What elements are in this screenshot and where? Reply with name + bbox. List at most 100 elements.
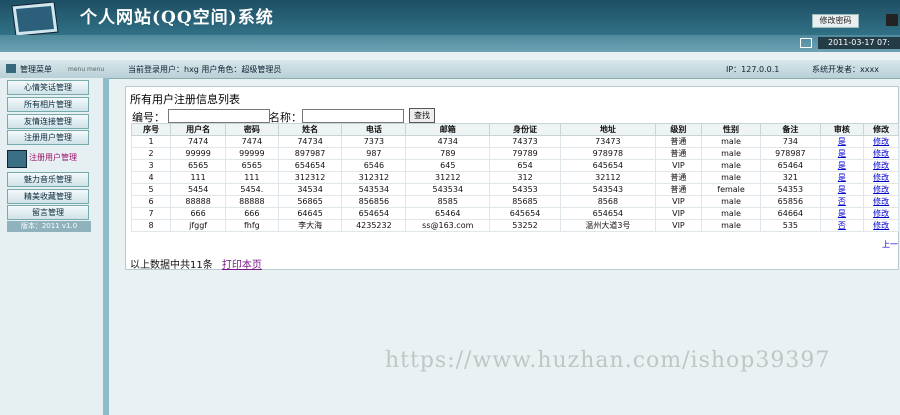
table-cell: 65464 (405, 207, 491, 220)
table-cell: 65856 (760, 195, 821, 208)
table-cell: 734 (760, 135, 821, 148)
exit-icon[interactable] (886, 14, 898, 26)
column-header: 用户名 (170, 123, 227, 136)
edit-link[interactable]: 修改 (863, 183, 899, 196)
table-cell: 5454 (170, 183, 227, 196)
table-cell: 85685 (489, 195, 561, 208)
sidebar: 心情笑话管理 所有相片管理 友情连接管理 注册用户管理 注册用户管理 魅力音乐管… (0, 78, 109, 415)
audit-link[interactable]: 是 (819, 159, 865, 172)
record-count-footer: 以上数据中共11条 打印本页 (130, 256, 262, 271)
table-cell: 321 (760, 171, 821, 184)
table-cell: 99999 (170, 147, 227, 160)
users-table: 序号 用户名 密码 姓名 电话 邮箱 身份证 地址 级别 性别 备注 审核 修改 1 7474 7474 74… (130, 123, 899, 232)
edit-link[interactable]: 修改 (863, 195, 899, 208)
table-cell: VIP (654, 195, 702, 208)
edit-link[interactable]: 修改 (863, 147, 899, 160)
audit-link[interactable]: 是 (819, 171, 865, 184)
table-row: 7 666 666 64645 654654 65464 645654 654654 VIP ma… (130, 207, 899, 220)
sidebar-item-users[interactable]: 注册用户管理 (7, 130, 89, 145)
user-manage-icon (7, 150, 27, 168)
ip-info: IP：127.0.0.1 (726, 65, 780, 74)
sidebar-item-links[interactable]: 友情连接管理 (7, 114, 89, 129)
edit-link[interactable]: 修改 (863, 207, 899, 220)
table-cell: male (700, 219, 762, 232)
sidebar-item-messages[interactable]: 留言管理 (7, 205, 89, 220)
audit-link[interactable]: 是 (819, 183, 865, 196)
audit-link[interactable]: 是 (819, 147, 865, 160)
column-header: 性别 (700, 123, 762, 136)
name-filter-input[interactable] (302, 109, 404, 123)
table-cell: 7373 (341, 135, 407, 148)
table-cell: male (700, 207, 762, 220)
table-cell: 普通 (654, 147, 702, 160)
table-cell: VIP (654, 159, 702, 172)
sidebar-item-music[interactable]: 魅力音乐管理 (7, 172, 89, 187)
edit-link[interactable]: 修改 (863, 135, 899, 148)
audit-link[interactable]: 否 (819, 219, 865, 232)
column-header: 身份证 (489, 123, 561, 136)
table-cell: fhfg (225, 219, 279, 232)
table-cell: 645 (405, 159, 491, 172)
column-header: 级别 (654, 123, 702, 136)
table-cell: 54353 (489, 183, 561, 196)
table-cell: 654 (489, 159, 561, 172)
table-cell: 普通 (654, 171, 702, 184)
info-bar: 管理菜单 menu menu 当前登录用户：hxg 用户角色：超级管理员 IP：… (0, 60, 900, 79)
table-cell: 543534 (341, 183, 407, 196)
column-header: 序号 (130, 123, 172, 136)
table-cell: 34534 (277, 183, 343, 196)
sidebar-item-mood[interactable]: 心情笑话管理 (7, 80, 89, 95)
table-cell: 666 (225, 207, 279, 220)
table-header-row: 序号 用户名 密码 姓名 电话 邮箱 身份证 地址 级别 性别 备注 审核 修改 (130, 123, 899, 136)
table-cell: 987 (341, 147, 407, 160)
table-cell: 654654 (277, 159, 343, 172)
edit-link[interactable]: 修改 (863, 159, 899, 172)
audit-link[interactable]: 否 (819, 195, 865, 208)
table-row: 4 111 111 312312 312312 31212 312 32112 普通 male 32… (130, 171, 899, 184)
column-header: 密码 (225, 123, 279, 136)
table-cell: male (700, 171, 762, 184)
table-cell: 8568 (559, 195, 656, 208)
table-cell: 温州大道3号 (559, 219, 656, 232)
page-title: 所有用户注册信息列表 (130, 93, 240, 106)
table-cell: 6546 (341, 159, 407, 172)
print-page-link[interactable]: 打印本页 (222, 260, 262, 271)
table-cell: 645654 (559, 159, 656, 172)
table-cell: 74373 (489, 135, 561, 148)
sidebar-item-photos[interactable]: 所有相片管理 (7, 97, 89, 112)
table-cell: 856856 (341, 195, 407, 208)
table-cell: 74734 (277, 135, 343, 148)
table-cell: 李大海 (277, 219, 343, 232)
table-cell: male (700, 147, 762, 160)
menu-icon (6, 64, 16, 73)
table-cell: 99999 (225, 147, 279, 160)
change-password-button[interactable]: 修改密码 (812, 14, 859, 28)
edit-link[interactable]: 修改 (863, 219, 899, 232)
table-cell: 8585 (405, 195, 491, 208)
table-cell: 645654 (489, 207, 561, 220)
audit-link[interactable]: 是 (819, 207, 865, 220)
edit-link[interactable]: 修改 (863, 171, 899, 184)
menu-sub-label: menu menu (68, 66, 105, 73)
table-cell: 111 (170, 171, 227, 184)
sidebar-item-users-active[interactable]: 注册用户管理 (7, 148, 97, 168)
table-cell: 312312 (341, 171, 407, 184)
table-cell: 32112 (559, 171, 656, 184)
table-cell: 111 (225, 171, 279, 184)
table-cell: 3 (130, 159, 172, 172)
table-cell: 64664 (760, 207, 821, 220)
search-button[interactable]: 查找 (409, 108, 435, 123)
id-filter-input[interactable] (168, 109, 270, 123)
table-cell: male (700, 195, 762, 208)
table-cell: 897987 (277, 147, 343, 160)
table-cell: 6 (130, 195, 172, 208)
sidebar-item-favorites[interactable]: 精美收藏管理 (7, 189, 89, 204)
record-count-text: 以上数据中共11条 (130, 260, 213, 271)
prev-page-link[interactable]: 上一 (882, 239, 898, 250)
audit-link[interactable]: 是 (819, 135, 865, 148)
table-cell: 2 (130, 147, 172, 160)
table-cell: 7474 (170, 135, 227, 148)
current-user-info: 当前登录用户：hxg 用户角色：超级管理员 (128, 65, 282, 74)
table-cell: 88888 (225, 195, 279, 208)
developer-info: 系统开发者：xxxx (812, 65, 879, 74)
